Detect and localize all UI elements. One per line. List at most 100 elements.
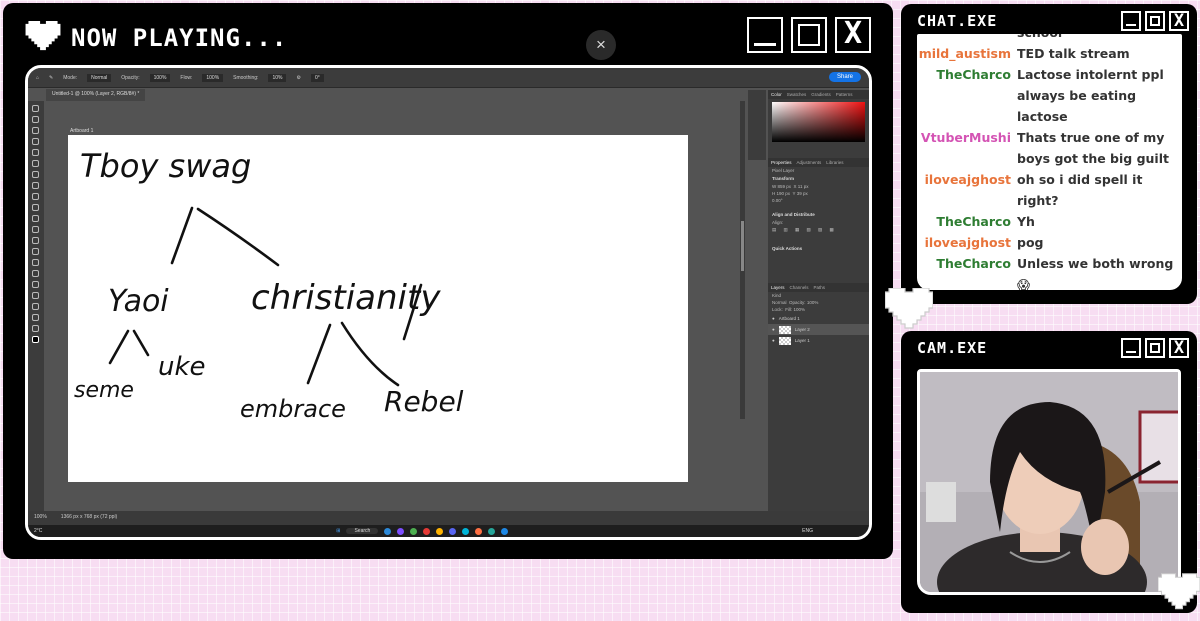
healing-tool-icon[interactable] — [32, 182, 39, 189]
gradient-tool-icon[interactable] — [32, 237, 39, 244]
share-button[interactable]: Share — [828, 72, 861, 82]
path-select-icon[interactable] — [32, 292, 39, 299]
chat-username[interactable] — [917, 34, 1017, 43]
language-indicator[interactable]: ENG — [802, 528, 813, 534]
chat-username[interactable]: TheCharco — [917, 64, 1017, 127]
eraser-tool-icon[interactable] — [32, 226, 39, 233]
tab-color[interactable]: Color — [771, 92, 782, 97]
chat-username[interactable]: iloveajghost — [917, 169, 1017, 211]
vertical-scrollbar[interactable] — [740, 101, 745, 419]
tab-layers[interactable]: Layers — [771, 285, 785, 290]
chat-message: TheCharco Unless we both wrong 😱 — [917, 253, 1182, 290]
move-tool-icon[interactable] — [32, 105, 39, 112]
gear-icon[interactable]: ⚙ — [296, 75, 300, 81]
layers-tabs: Layers Channels Paths — [768, 283, 869, 292]
blur-tool-icon[interactable] — [32, 248, 39, 255]
zoom-level[interactable]: 100% — [34, 514, 47, 522]
brush-tool-icon[interactable] — [32, 193, 39, 200]
close-button[interactable]: X — [1169, 11, 1189, 31]
close-button[interactable]: X — [1169, 338, 1189, 358]
opacity-input[interactable]: 100% — [149, 73, 171, 82]
document-tab[interactable]: Untitled-1 @ 100% (Layer 2, RGB/8#) * — [46, 89, 146, 101]
select-tool-icon[interactable] — [32, 138, 39, 145]
color-swatch-icon[interactable] — [32, 336, 39, 343]
dismiss-button[interactable]: × — [586, 30, 616, 60]
layer-row[interactable]: ● Layer 1 — [768, 335, 869, 346]
chat-message: TheCharco Lactose intolernt ppl always be… — [917, 64, 1182, 127]
layer-row[interactable]: ● Layer 2 — [768, 324, 869, 335]
marquee-tool-icon[interactable] — [32, 116, 39, 123]
stamp-tool-icon[interactable] — [32, 204, 39, 211]
tab-gradients[interactable]: Gradients — [811, 92, 831, 97]
chat-username[interactable]: TheCharco — [917, 253, 1017, 290]
maximize-button[interactable] — [1145, 11, 1165, 31]
zoom-tool-icon[interactable] — [32, 325, 39, 332]
taskbar-search[interactable]: Search — [346, 528, 379, 534]
windows-start-icon[interactable]: ⊞ — [336, 528, 340, 534]
angle-input[interactable]: 0° — [310, 73, 324, 82]
shape-tool-icon[interactable] — [32, 303, 39, 310]
taskbar-app-icon[interactable] — [423, 527, 431, 535]
close-button[interactable]: X — [835, 17, 871, 53]
lasso-tool-icon[interactable] — [32, 127, 39, 134]
mode-select[interactable]: Normal — [87, 73, 112, 82]
eye-icon[interactable]: ● — [772, 316, 775, 321]
tab-libraries[interactable]: Libraries — [826, 160, 843, 165]
taskbar-app-icon[interactable] — [410, 527, 418, 535]
crop-tool-icon[interactable] — [32, 149, 39, 156]
minimize-button[interactable] — [1121, 338, 1141, 358]
taskbar-app-icon[interactable] — [501, 527, 509, 535]
transform-heading: Transform — [772, 176, 795, 181]
minimize-button[interactable] — [747, 17, 783, 53]
chat-feed[interactable]: schoolmild_austismTED talk streamTheChar… — [917, 34, 1182, 290]
align-icons[interactable]: ▤ ▥ ▦ ▧ ▨ ▩ — [768, 226, 869, 234]
smoothing-input[interactable]: 10% — [268, 73, 287, 82]
y-field[interactable]: 39 px — [797, 191, 808, 196]
dodge-tool-icon[interactable] — [32, 259, 39, 266]
blend-mode-select[interactable]: Normal — [772, 300, 787, 305]
pen-tool-icon[interactable] — [32, 270, 39, 277]
type-tool-icon[interactable] — [32, 281, 39, 288]
frame-tool-icon[interactable] — [32, 160, 39, 167]
color-picker[interactable] — [772, 102, 865, 142]
layer-row[interactable]: ● Artboard 1 — [768, 313, 869, 324]
taskbar-app-icon[interactable] — [449, 527, 457, 535]
taskbar-app-icon[interactable] — [475, 527, 483, 535]
weather-widget[interactable]: 2°C — [34, 528, 42, 534]
layer-kind-filter[interactable]: Kind — [768, 292, 869, 299]
flow-input[interactable]: 100% — [202, 73, 224, 82]
heart-icon — [885, 288, 933, 329]
tab-channels[interactable]: Channels — [790, 285, 809, 290]
drawing-canvas[interactable]: Tboy swag Yaoi christianity seme uke emb… — [68, 135, 688, 482]
taskbar-app-icon[interactable] — [384, 527, 392, 535]
chat-username[interactable]: VtuberMushi — [917, 127, 1017, 169]
tab-properties[interactable]: Properties — [771, 160, 792, 165]
eyedropper-tool-icon[interactable] — [32, 171, 39, 178]
eye-icon[interactable]: ● — [772, 338, 775, 343]
taskbar-app-icon[interactable] — [397, 527, 405, 535]
tab-adjustments[interactable]: Adjustments — [797, 160, 822, 165]
x-field[interactable]: 11 px — [798, 184, 809, 189]
chat-username[interactable]: mild_austism — [917, 43, 1017, 64]
taskbar-app-icon[interactable] — [462, 527, 470, 535]
taskbar-app-icon[interactable] — [488, 527, 496, 535]
maximize-button[interactable] — [791, 17, 827, 53]
maximize-button[interactable] — [1145, 338, 1165, 358]
angle-field[interactable]: 0.00° — [768, 197, 869, 204]
chat-username[interactable]: TheCharco — [917, 211, 1017, 232]
tab-swatches[interactable]: Swatches — [787, 92, 807, 97]
hand-tool-icon[interactable] — [32, 314, 39, 321]
taskbar-app-icon[interactable] — [436, 527, 444, 535]
chat-username[interactable]: iloveajghost — [917, 232, 1017, 253]
tab-patterns[interactable]: Patterns — [836, 92, 853, 97]
height-field[interactable]: 190 px — [777, 191, 791, 196]
width-field[interactable]: 859 px — [778, 184, 792, 189]
fill-input[interactable]: 100% — [794, 307, 806, 312]
home-icon[interactable]: ⌂ — [36, 75, 39, 81]
tab-paths[interactable]: Paths — [814, 285, 826, 290]
brush-tool-icon[interactable]: ✎ — [49, 75, 53, 81]
eye-icon[interactable]: ● — [772, 327, 775, 332]
layer-opacity-input[interactable]: 100% — [807, 300, 819, 305]
history-brush-icon[interactable] — [32, 215, 39, 222]
minimize-button[interactable] — [1121, 11, 1141, 31]
